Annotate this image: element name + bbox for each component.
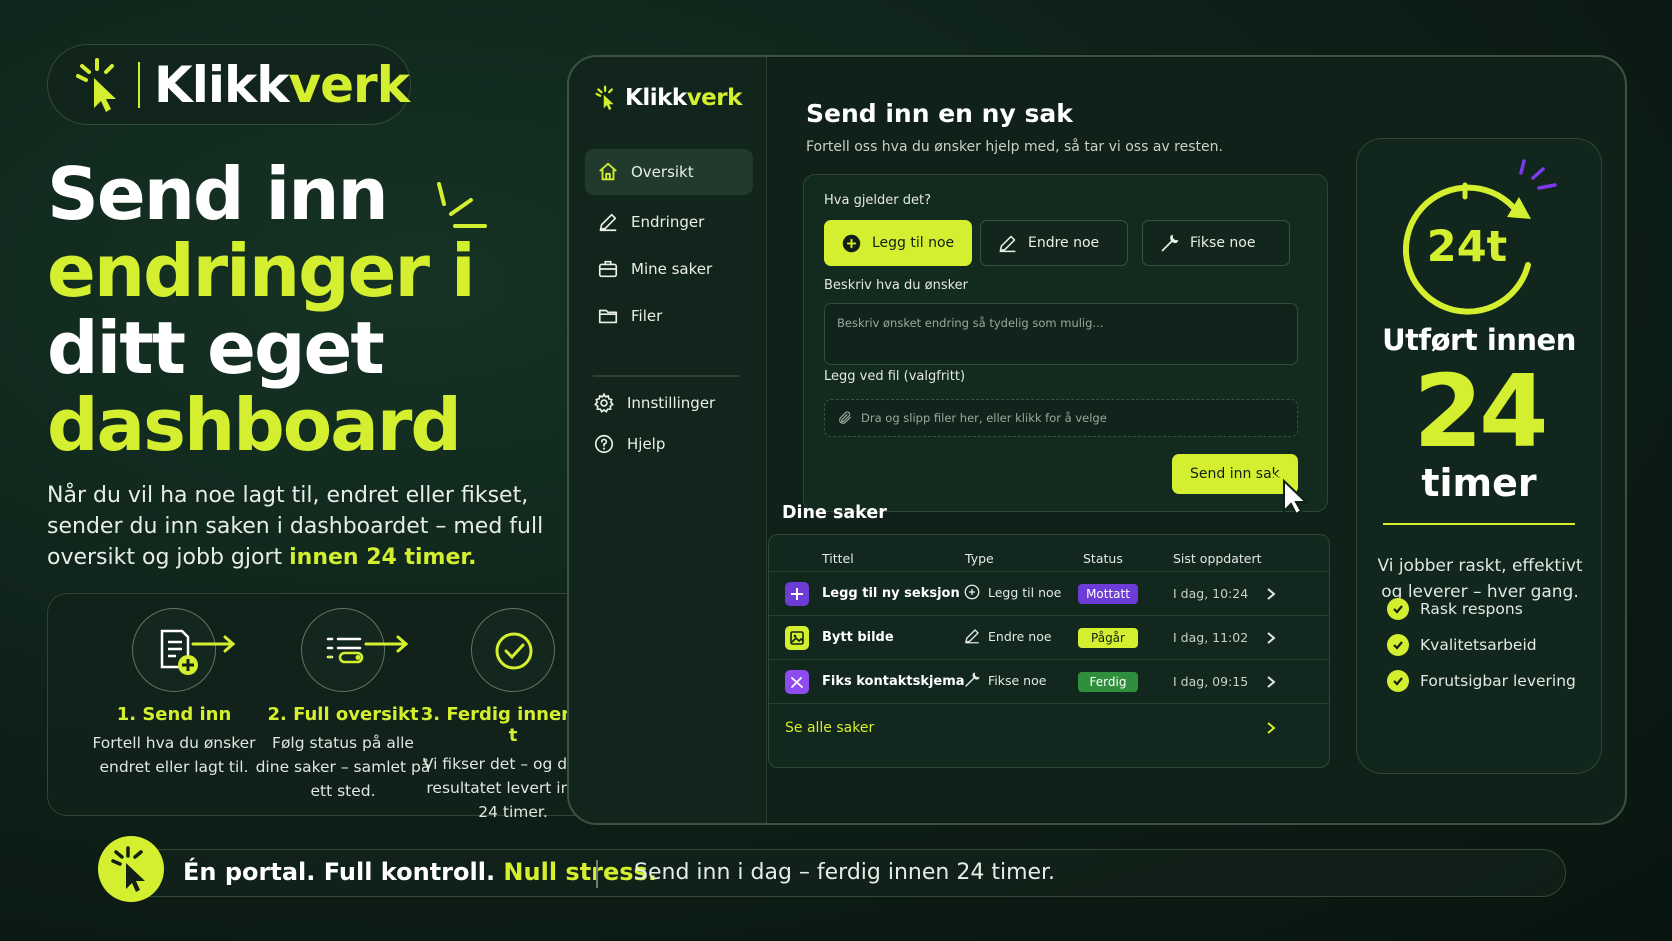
description-label: Beskriv hva du ønsker <box>824 278 969 293</box>
footer-tagline: Send inn i dag – ferdig innen 24 timer. <box>634 860 1056 885</box>
step-1-desc: Fortell hva du ønsker endret eller lagt … <box>92 734 256 776</box>
hero-line-2: endringer i <box>47 229 476 313</box>
spark-icon <box>437 182 487 228</box>
step-2-title: 2. Full oversikt <box>267 704 419 725</box>
sidebar-item-filer[interactable]: Filer <box>585 293 753 339</box>
promise-card: 24t Utført innen 24 timer Vi jobber rask… <box>1356 138 1602 774</box>
home-icon <box>599 162 617 181</box>
step-1: 1. Send inn Fortell hva du ønsker endret… <box>84 608 264 779</box>
click-cursor-icon <box>595 85 614 111</box>
clock-text: 24t <box>1427 222 1507 272</box>
plus-circle-icon <box>964 584 980 600</box>
tools-icon <box>785 670 809 694</box>
table-row[interactable]: Legg til ny seksjon Legg til noe Mottatt… <box>769 571 1329 616</box>
pencil-icon <box>965 629 979 644</box>
gear-icon <box>594 392 614 413</box>
form-title: Send inn en ny sak <box>806 99 1073 128</box>
hero-heading: Send inn endringer i ditt eget dashboard <box>47 152 476 467</box>
hero-line-4: dashboard <box>47 383 462 467</box>
click-cursor-icon <box>98 836 164 902</box>
paperclip-icon <box>839 411 851 424</box>
arrow-right-icon <box>364 635 409 653</box>
type-change-button[interactable]: Endre noe <box>980 220 1128 266</box>
form-subtitle: Fortell oss hva du ønsker hjelp med, så … <box>806 139 1223 155</box>
column-header-type: Type <box>965 551 994 566</box>
image-icon <box>785 626 809 650</box>
promise-unit: timer <box>1421 461 1537 505</box>
column-header-title: Tittel <box>822 551 854 566</box>
promise-divider <box>1383 523 1575 525</box>
hero-line-3: ditt eget <box>47 306 385 390</box>
file-dropzone[interactable]: Dra og slipp filer her, eller klikk for … <box>824 399 1298 437</box>
see-all-cases-link[interactable]: Se alle saker <box>785 720 874 736</box>
check-circle-icon <box>471 608 555 692</box>
check-item: Rask respons <box>1387 598 1523 620</box>
pencil-icon <box>999 235 1016 252</box>
chevron-right-icon[interactable] <box>1263 672 1279 692</box>
sidebar-item-innstillinger[interactable]: Innstillinger <box>581 380 749 426</box>
status-badge: Pågår <box>1078 628 1138 648</box>
new-case-form: Hva gjelder det? Legg til noe Endre noe … <box>803 174 1328 515</box>
step-2-desc: Følg status på alle dine saker – samlet … <box>255 734 431 800</box>
arrow-right-icon <box>191 635 236 653</box>
brand-name: Klikkverk <box>154 55 410 114</box>
promise-heading: Utført innen <box>1382 323 1576 357</box>
footer-slogan: Én portal. Full kontroll. Null stress. <box>183 858 657 886</box>
sidebar-item-mine-saker[interactable]: Mine saker <box>585 246 753 292</box>
wrench-icon <box>1161 234 1179 251</box>
status-badge: Ferdig <box>1078 672 1138 692</box>
chevron-right-icon[interactable] <box>1263 718 1279 738</box>
table-row[interactable]: Fiks kontaktskjema Fikse noe Ferdig I da… <box>769 659 1329 704</box>
cases-table: Tittel Type Status Sist oppdatert Legg t… <box>768 534 1330 768</box>
table-row[interactable]: Bytt bilde Endre noe Pågår I dag, 11:02 <box>769 615 1329 660</box>
steps-panel: 1. Send inn Fortell hva du ønsker endret… <box>47 593 605 821</box>
sidebar-logo: Klikkverk <box>593 85 742 111</box>
footer-divider <box>596 860 598 888</box>
type-fix-button[interactable]: Fikse noe <box>1142 220 1290 266</box>
hero-lead: Når du vil ha noe lagt til, endret eller… <box>47 483 544 570</box>
clock-arrow-icon: 24t <box>1403 159 1557 315</box>
check-item: Forutsigbar levering <box>1387 670 1576 692</box>
pencil-icon <box>599 213 617 232</box>
status-badge: Mottatt <box>1078 584 1138 604</box>
chevron-right-icon[interactable] <box>1263 628 1279 648</box>
click-cursor-icon <box>70 56 128 114</box>
mouse-pointer-icon <box>1266 465 1309 515</box>
check-icon <box>1387 634 1409 656</box>
check-icon <box>1387 670 1409 692</box>
briefcase-icon <box>598 260 618 278</box>
chevron-right-icon[interactable] <box>1263 584 1279 604</box>
sidebar-item-hjelp[interactable]: Hjelp <box>581 421 749 467</box>
cases-title: Dine saker <box>782 503 887 523</box>
plus-icon <box>785 582 809 606</box>
promise-number: 24 <box>1413 353 1548 470</box>
check-icon <box>1387 598 1409 620</box>
type-label: Hva gjelder det? <box>824 193 932 208</box>
folder-icon <box>598 309 618 324</box>
sidebar-divider <box>593 375 739 377</box>
brand-divider <box>138 61 140 108</box>
sidebar-item-oversikt[interactable]: Oversikt <box>585 149 753 195</box>
check-item: Kvalitetsarbeid <box>1387 634 1537 656</box>
type-add-button[interactable]: Legg til noe <box>824 220 972 266</box>
help-icon <box>594 434 614 454</box>
description-textarea[interactable]: Beskriv ønsket endring så tydelig som mu… <box>824 303 1298 365</box>
file-label: Legg ved fil (valgfritt) <box>824 369 966 384</box>
plus-circle-icon <box>842 234 861 252</box>
column-header-status: Status <box>1083 551 1123 566</box>
wrench-icon <box>965 672 980 687</box>
sidebar-item-endringer[interactable]: Endringer <box>585 199 753 245</box>
step-1-title: 1. Send inn <box>116 704 232 725</box>
brand-logo: Klikkverk <box>47 44 411 125</box>
hero-line-1: Send inn <box>47 152 389 236</box>
sidebar: Klikkverk Oversikt Endringer Mine saker … <box>569 57 767 823</box>
column-header-updated: Sist oppdatert <box>1173 551 1262 566</box>
